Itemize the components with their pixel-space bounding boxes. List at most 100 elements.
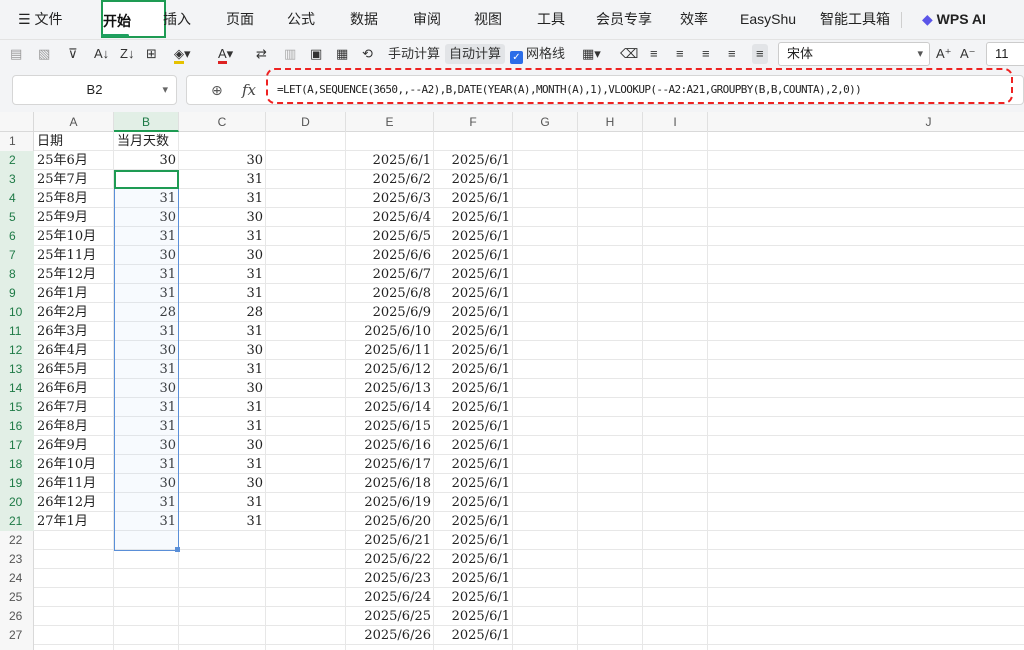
format-painter-icon[interactable]: ▧ (38, 44, 50, 64)
cell-c2[interactable]: 30 (179, 151, 266, 170)
column-header-b[interactable]: B (114, 112, 179, 132)
align-right-icon[interactable]: ≡ (728, 44, 736, 64)
cell-e26[interactable]: 2025/6/25 (346, 607, 434, 626)
cell-e4[interactable]: 2025/6/3 (346, 189, 434, 208)
cell-f16[interactable]: 2025/6/1 (434, 417, 513, 436)
column-header-j[interactable]: J (708, 112, 1024, 132)
cell-e18[interactable]: 2025/6/17 (346, 455, 434, 474)
cell-a18[interactable]: 26年10月 (34, 455, 114, 474)
cell-f10[interactable]: 2025/6/1 (434, 303, 513, 322)
menu-tab-9[interactable]: 效率 (680, 0, 708, 38)
cell-f15[interactable]: 2025/6/1 (434, 398, 513, 417)
cell-c9[interactable]: 31 (179, 284, 266, 303)
cell-e6[interactable]: 2025/6/5 (346, 227, 434, 246)
menu-tab-8[interactable]: 会员专享 (596, 0, 652, 38)
row-header-8[interactable]: 8 (0, 265, 34, 284)
sort-asc-icon[interactable]: A↓ (94, 44, 109, 64)
cell-e20[interactable]: 2025/6/19 (346, 493, 434, 512)
row-header-2[interactable]: 2 (0, 151, 34, 170)
table-style-icon[interactable]: ▣ (310, 44, 322, 64)
menu-tab-4[interactable]: 数据 (350, 0, 378, 38)
cell-e5[interactable]: 2025/6/4 (346, 208, 434, 227)
column-header-a[interactable]: A (34, 112, 114, 132)
cell-a1[interactable]: 日期 (34, 132, 114, 151)
cell-f3[interactable]: 2025/6/1 (434, 170, 513, 189)
row-header-19[interactable]: 19 (0, 474, 34, 493)
cell-a19[interactable]: 26年11月 (34, 474, 114, 493)
menu-file[interactable]: ☰ 文件 (18, 0, 62, 38)
column-header-e[interactable]: E (346, 112, 434, 132)
recalc-icon[interactable]: ⟲ (362, 44, 373, 64)
row-header-20[interactable]: 20 (0, 493, 34, 512)
menu-tab-0[interactable]: 开始 (101, 0, 166, 38)
row-header-26[interactable]: 26 (0, 607, 34, 626)
cell-b1[interactable]: 当月天数 (114, 132, 179, 151)
cell-e13[interactable]: 2025/6/12 (346, 360, 434, 379)
cell-a6[interactable]: 25年10月 (34, 227, 114, 246)
cell-a3[interactable]: 25年7月 (34, 170, 114, 189)
cell-a10[interactable]: 26年2月 (34, 303, 114, 322)
cell-e21[interactable]: 2025/6/20 (346, 512, 434, 531)
cell-c17[interactable]: 30 (179, 436, 266, 455)
cell-e16[interactable]: 2025/6/15 (346, 417, 434, 436)
cell-c6[interactable]: 31 (179, 227, 266, 246)
cell-c12[interactable]: 30 (179, 341, 266, 360)
cell-f14[interactable]: 2025/6/1 (434, 379, 513, 398)
row-header-11[interactable]: 11 (0, 322, 34, 341)
row-header-16[interactable]: 16 (0, 417, 34, 436)
row-header-25[interactable]: 25 (0, 588, 34, 607)
cell-a4[interactable]: 25年8月 (34, 189, 114, 208)
align-left-icon[interactable]: ≡ (676, 44, 684, 64)
border-icon[interactable]: ⊞ (146, 44, 157, 64)
cell-c11[interactable]: 31 (179, 322, 266, 341)
cell-c7[interactable]: 30 (179, 246, 266, 265)
column-header-f[interactable]: F (434, 112, 513, 132)
cell-format-icon[interactable]: ▦▾ (582, 44, 601, 64)
name-box[interactable]: B2 ▾ (12, 75, 177, 105)
row-header-12[interactable]: 12 (0, 341, 34, 360)
row-header-22[interactable]: 22 (0, 531, 34, 550)
row-header-17[interactable]: 17 (0, 436, 34, 455)
cell-f5[interactable]: 2025/6/1 (434, 208, 513, 227)
row-header-24[interactable]: 24 (0, 569, 34, 588)
row-header-3[interactable]: 3 (0, 170, 34, 189)
menu-tab-1[interactable]: 插入 (163, 0, 191, 38)
row-header-6[interactable]: 6 (0, 227, 34, 246)
cell-f9[interactable]: 2025/6/1 (434, 284, 513, 303)
menu-tab-7[interactable]: 工具 (537, 0, 565, 38)
column-header-i[interactable]: I (643, 112, 708, 132)
cell-c4[interactable]: 31 (179, 189, 266, 208)
cell-a13[interactable]: 26年5月 (34, 360, 114, 379)
row-header-27[interactable]: 27 (0, 626, 34, 645)
cell-a9[interactable]: 26年1月 (34, 284, 114, 303)
cell-a20[interactable]: 26年12月 (34, 493, 114, 512)
row-header-4[interactable]: 4 (0, 189, 34, 208)
menu-tab-5[interactable]: 审阅 (413, 0, 441, 38)
cell-e27[interactable]: 2025/6/26 (346, 626, 434, 645)
freeze-icon[interactable]: ▥ (284, 44, 296, 64)
cell-a11[interactable]: 26年3月 (34, 322, 114, 341)
cell-f20[interactable]: 2025/6/1 (434, 493, 513, 512)
cell-f6[interactable]: 2025/6/1 (434, 227, 513, 246)
manual-calc-button[interactable]: 手动计算 (388, 44, 440, 64)
cell-c14[interactable]: 30 (179, 379, 266, 398)
paste-icon[interactable]: ▤ (10, 44, 22, 64)
cell-f19[interactable]: 2025/6/1 (434, 474, 513, 493)
convert-icon[interactable]: ⇄ (256, 44, 267, 64)
cell-e11[interactable]: 2025/6/10 (346, 322, 434, 341)
font-color-icon[interactable]: A▾ (218, 44, 233, 64)
column-header-h[interactable]: H (578, 112, 643, 132)
fill-handle[interactable] (175, 547, 180, 552)
cell-e14[interactable]: 2025/6/13 (346, 379, 434, 398)
cell-a14[interactable]: 26年6月 (34, 379, 114, 398)
row-header-5[interactable]: 5 (0, 208, 34, 227)
cell-e15[interactable]: 2025/6/14 (346, 398, 434, 417)
fx-icon[interactable]: fx (242, 81, 256, 99)
cell-e3[interactable]: 2025/6/2 (346, 170, 434, 189)
font-increase-icon[interactable]: A⁺ (936, 44, 952, 64)
row-header-18[interactable]: 18 (0, 455, 34, 474)
cell-b2[interactable]: 30 (114, 151, 179, 170)
column-header-d[interactable]: D (266, 112, 346, 132)
select-all-corner[interactable] (0, 112, 34, 132)
cell-f11[interactable]: 2025/6/1 (434, 322, 513, 341)
